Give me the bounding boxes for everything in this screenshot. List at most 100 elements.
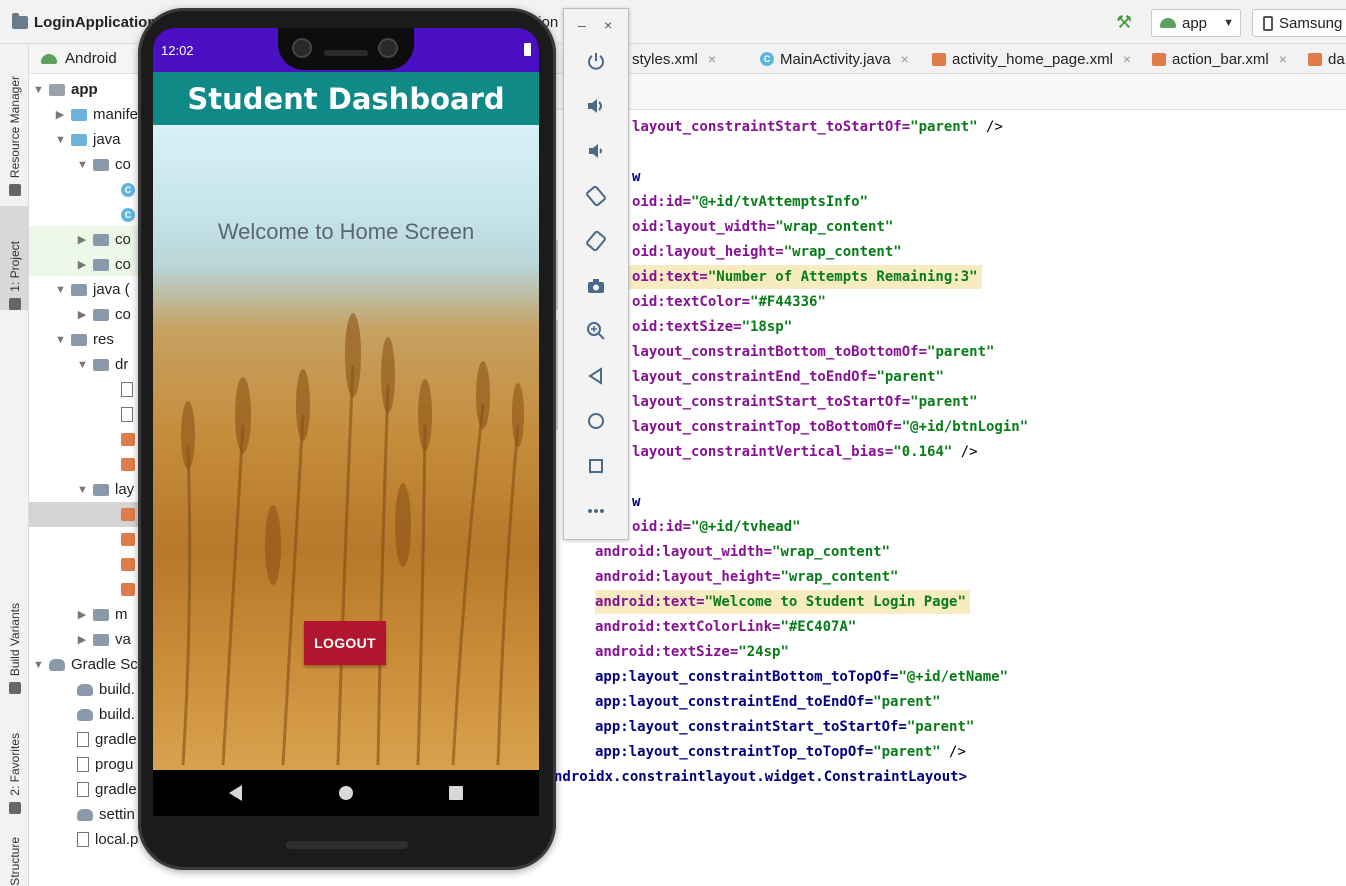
tree-node-gradle-file[interactable]: build.	[77, 702, 135, 727]
tree-node-class[interactable]: C	[121, 177, 135, 202]
close-icon[interactable]: ×	[1123, 51, 1131, 67]
close-icon[interactable]: ×	[1279, 51, 1287, 67]
tree-node-drawable[interactable]: ▼ dr	[77, 352, 128, 377]
tree-node-package[interactable]: ▶ co	[77, 252, 131, 277]
tree-node-xml[interactable]	[121, 527, 135, 552]
tab-main-activity[interactable]: C MainActivity.java ×	[760, 44, 909, 74]
power-icon[interactable]	[582, 47, 610, 75]
nav-overview-button[interactable]	[436, 770, 476, 816]
project-view-selector[interactable]: Android	[29, 44, 149, 74]
tree-label: build.	[99, 706, 135, 723]
volume-down-icon[interactable]	[582, 137, 610, 165]
xml-file-icon	[121, 558, 135, 571]
camera-icon[interactable]	[582, 272, 610, 300]
gradle-icon	[77, 808, 93, 821]
code-value: "18sp"	[741, 319, 793, 335]
tab-styles-xml[interactable]: styles.xml ×	[632, 44, 716, 74]
tree-node-image[interactable]	[121, 377, 133, 402]
earpiece-speaker	[324, 50, 368, 56]
more-icon[interactable]	[582, 497, 610, 525]
volume-up-icon[interactable]	[582, 92, 610, 120]
android-nav-bar	[153, 770, 539, 816]
build-variants-label: Build Variants	[7, 602, 22, 676]
code-value: "wrap_content"	[780, 569, 899, 585]
tree-label: gradle	[95, 781, 137, 798]
phone-icon	[1263, 15, 1273, 31]
tab-action-bar[interactable]: action_bar.xml ×	[1152, 44, 1287, 74]
tree-node-text-file[interactable]: progu	[77, 752, 133, 777]
tree-node-xml[interactable]	[121, 427, 135, 452]
tab-activity-home-page[interactable]: activity_home_page.xml ×	[932, 44, 1131, 74]
build-hammer-icon[interactable]: ⚒	[1116, 12, 1132, 33]
star-icon	[8, 802, 21, 814]
text-file-icon	[77, 757, 89, 772]
tree-node-xml[interactable]	[121, 552, 135, 577]
tree-node-package[interactable]: ▶ co	[77, 227, 131, 252]
code-line: w	[632, 490, 640, 514]
tree-node-values[interactable]: ▶ va	[77, 627, 131, 652]
home-icon[interactable]	[582, 407, 610, 435]
run-config-select[interactable]: app ▼	[1151, 9, 1241, 37]
tree-node-java-generated[interactable]: ▼ java (	[55, 277, 130, 302]
rotate-left-icon[interactable]	[582, 182, 610, 210]
zoom-icon[interactable]	[582, 317, 610, 345]
close-button[interactable]: ×	[604, 17, 612, 33]
code-attr: app:layout_constraintBottom_toTopOf=	[595, 669, 899, 685]
tab-resource-manager[interactable]: Resource Manager	[0, 56, 29, 196]
tree-node-properties-file[interactable]: local.p	[77, 827, 138, 852]
tree-node-app[interactable]: ▼ app	[33, 77, 98, 102]
tab-overflow[interactable]: da	[1308, 44, 1345, 74]
project-title[interactable]: LoginApplication	[12, 13, 156, 31]
tab-favorites[interactable]: 2: Favorites	[0, 716, 29, 814]
code-value: "24sp"	[738, 644, 789, 660]
code-line: ndroidx.constraintlayout.widget.Constrai…	[554, 765, 967, 789]
tree-node-gradle-file[interactable]: build.	[77, 677, 135, 702]
minimize-button[interactable]: –	[578, 17, 586, 33]
editor-tab-bar: styles.xml × C MainActivity.java × activit…	[540, 44, 1346, 74]
code-attr: oid:text=	[632, 269, 708, 285]
xml-file-icon	[121, 433, 135, 446]
resource-manager-label: Resource Manager	[7, 75, 22, 178]
code-value: "wrap_content"	[775, 219, 894, 235]
tree-node-image[interactable]	[121, 402, 133, 427]
close-icon[interactable]: ×	[901, 51, 909, 67]
tab-project[interactable]: 1: Project	[0, 206, 29, 310]
logout-button[interactable]: LOGOUT	[304, 621, 386, 665]
tree-node-properties-file[interactable]: gradle	[77, 727, 137, 752]
status-time: 12:02	[161, 43, 194, 58]
tree-node-properties-file[interactable]: gradle	[77, 777, 137, 802]
device-select[interactable]: Samsung	[1252, 9, 1346, 37]
welcome-text: Welcome to Home Screen	[217, 219, 475, 244]
tree-node-res[interactable]: ▼ res	[55, 327, 114, 352]
overview-icon[interactable]	[582, 452, 610, 480]
tree-node-gradle-file[interactable]: settin	[77, 802, 135, 827]
tree-node-java[interactable]: ▼ java	[55, 127, 121, 152]
rotate-right-icon[interactable]	[582, 227, 610, 255]
expand-arrow-icon: ▼	[33, 83, 44, 96]
code-editor[interactable]: layout_constraintStart_toStartOf="parent…	[540, 110, 1346, 886]
back-icon[interactable]	[582, 362, 610, 390]
tree-node-class[interactable]: C	[121, 202, 135, 227]
code-line: app:layout_constraintStart_toStartOf="pa…	[595, 715, 974, 739]
tab-build-variants[interactable]: Build Variants	[0, 584, 29, 694]
expand-arrow-icon: ▼	[77, 483, 88, 496]
close-icon[interactable]: ×	[708, 51, 716, 67]
action-bar-title: Student Dashboard	[187, 81, 505, 116]
tree-node-package[interactable]: ▶ co	[77, 302, 131, 327]
tree-node-manifests[interactable]: ▶manifests	[55, 102, 149, 127]
tab-label: action_bar.xml	[1172, 50, 1269, 68]
tree-node-xml-selected[interactable]	[29, 502, 149, 527]
nav-back-button[interactable]	[215, 770, 255, 816]
code-attr: app:layout_constraintTop_toTopOf=	[595, 744, 874, 760]
nav-home-button[interactable]	[326, 770, 366, 816]
code-value: "parent"	[927, 344, 995, 360]
tree-node-xml[interactable]	[121, 577, 135, 602]
folder-icon	[93, 633, 109, 646]
tree-node-mipmap[interactable]: ▶ m	[77, 602, 128, 627]
tree-node-gradle-scripts[interactable]: ▼ Gradle Sc	[33, 652, 138, 677]
code-value: "wrap_content"	[772, 544, 891, 560]
tree-node-package[interactable]: ▼ co	[77, 152, 131, 177]
tree-node-layout[interactable]: ▼ lay	[77, 477, 134, 502]
tree-node-xml[interactable]	[121, 452, 135, 477]
tab-structure[interactable]: Structure	[0, 837, 29, 886]
